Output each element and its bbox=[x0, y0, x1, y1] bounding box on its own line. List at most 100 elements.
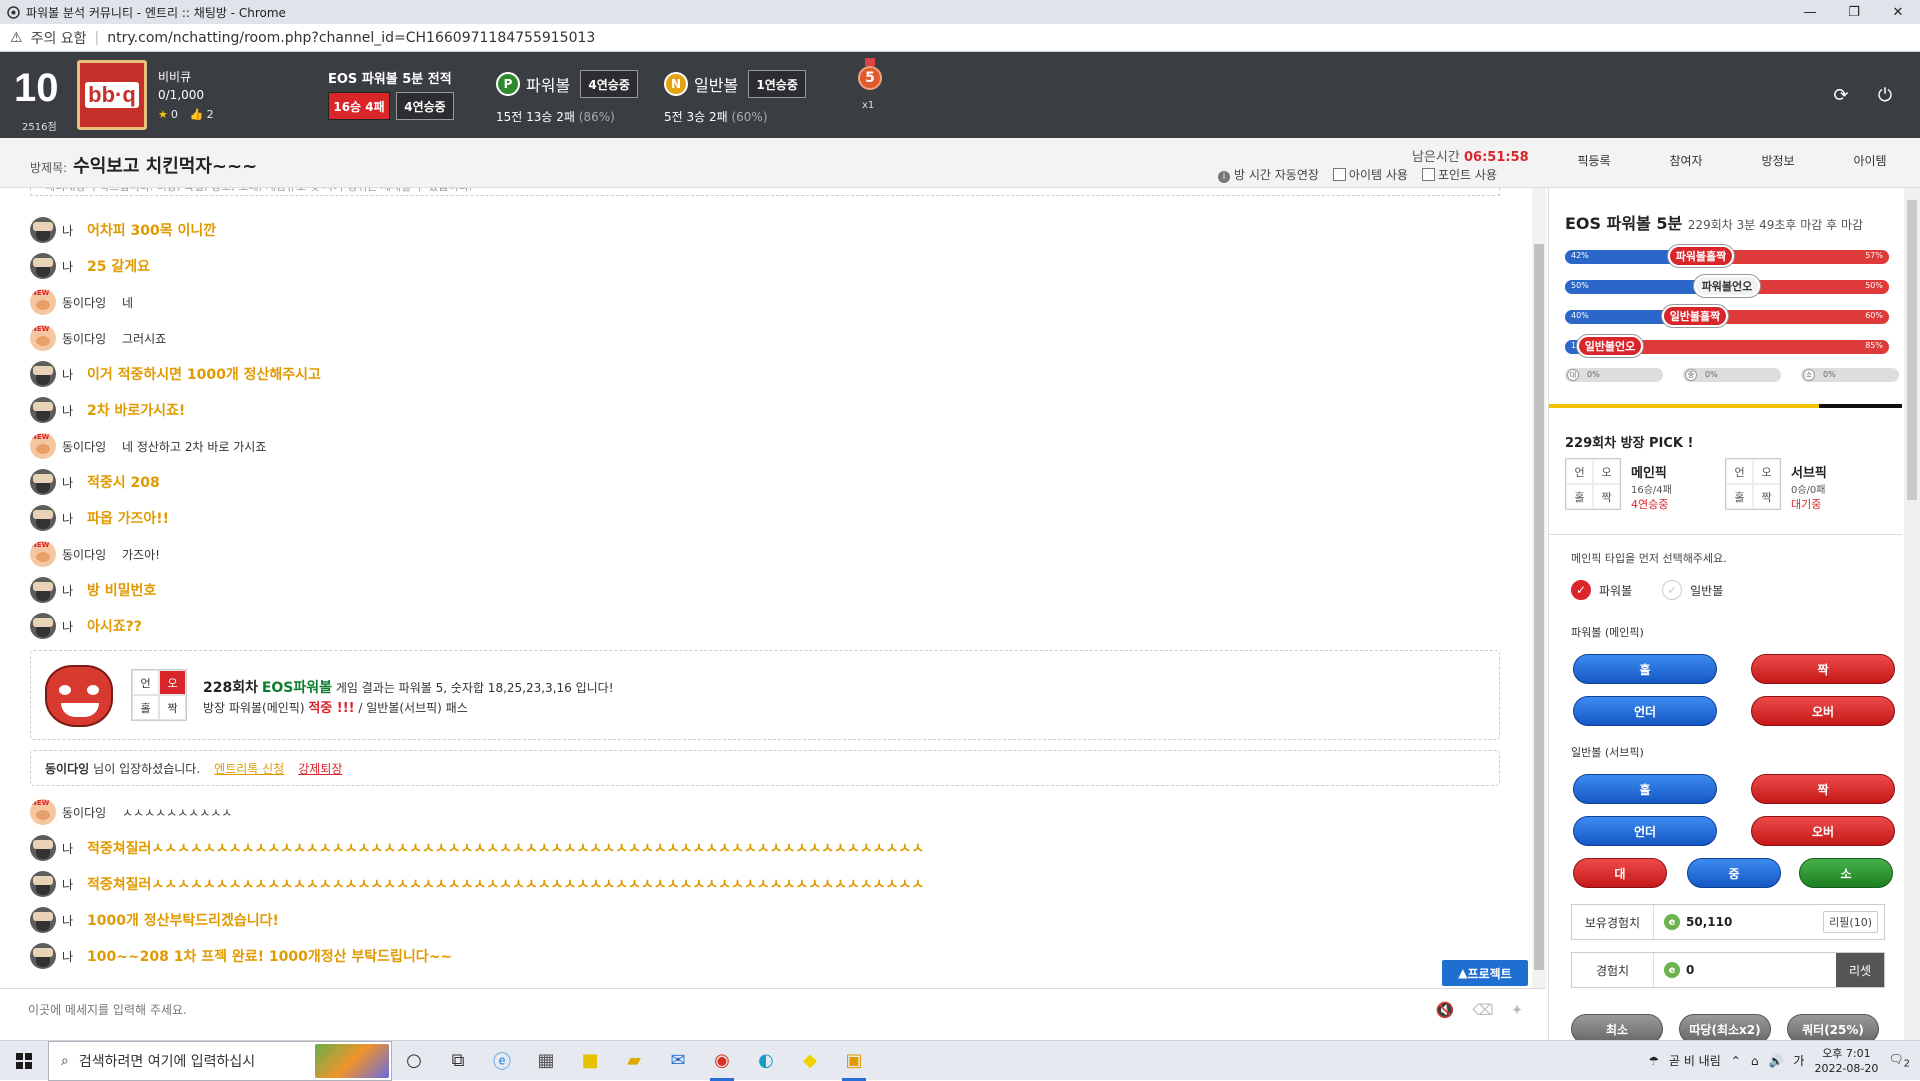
tab-pick-register[interactable]: 픽등록 bbox=[1548, 152, 1640, 169]
chat-message: 나 적중쳐질러ㅅㅅㅅㅅㅅㅅㅅㅅㅅㅅㅅㅅㅅㅅㅅㅅㅅㅅㅅㅅㅅㅅㅅㅅㅅㅅㅅㅅㅅㅅㅅㅅㅅㅅ… bbox=[30, 870, 924, 898]
main-pick-info: 메인픽 16승/4패 4연승중 bbox=[1631, 466, 1672, 511]
result-line-2: 방장 파워볼(메인픽) 적중 !!! / 일반볼(서브픽) 패스 bbox=[203, 701, 468, 716]
star-icon: ★ bbox=[158, 108, 168, 121]
ime-icon[interactable]: 가 bbox=[1793, 1052, 1804, 1069]
quarter-bet-button[interactable]: 쿼터(25%) bbox=[1787, 1014, 1879, 1040]
mid-button[interactable]: 중 bbox=[1687, 858, 1781, 888]
avatar bbox=[30, 361, 56, 387]
remaining-time: 남은시간 06:51:58 bbox=[1412, 150, 1529, 165]
power-odd-button[interactable]: 홀 bbox=[1573, 654, 1717, 684]
tab-room-info[interactable]: 방정보 bbox=[1732, 152, 1824, 169]
double-bet-button[interactable]: 따당(최소x2) bbox=[1679, 1014, 1771, 1040]
app-icon[interactable]: ▣ bbox=[832, 1041, 876, 1081]
chat-message: 나 적중쳐질러ㅅㅅㅅㅅㅅㅅㅅㅅㅅㅅㅅㅅㅅㅅㅅㅅㅅㅅㅅㅅㅅㅅㅅㅅㅅㅅㅅㅅㅅㅅㅅㅅㅅㅅ… bbox=[30, 834, 924, 862]
chat-scrollbar-thumb[interactable] bbox=[1534, 244, 1544, 970]
minimize-icon[interactable]: — bbox=[1788, 5, 1832, 20]
internet-explorer-icon[interactable]: ⓔ bbox=[480, 1041, 524, 1081]
tray-chevron-icon[interactable]: ⌃ bbox=[1731, 1054, 1741, 1068]
exp-bet-value[interactable]: 0 bbox=[1686, 963, 1694, 977]
chrome-icon[interactable]: ◉ bbox=[700, 1041, 744, 1081]
chat-notice-cut: 매너채팅 부탁드립니다. 비방, 욕설, 광고, 도배, 게임유도 및 사기 행… bbox=[30, 188, 1500, 196]
chat-message: 동이다잉ㅅㅅㅅㅅㅅㅅㅅㅅㅅㅅ bbox=[30, 798, 232, 826]
eraser-icon[interactable]: ⌫ bbox=[1472, 999, 1494, 1021]
security-warning-text[interactable]: 주의 요함 bbox=[31, 28, 87, 48]
pick-title: 229회차 방장 PICK ! bbox=[1565, 436, 1694, 451]
power-even-button[interactable]: 짝 bbox=[1751, 654, 1895, 684]
auto-extend-option[interactable]: i방 시간 자동연장 bbox=[1218, 166, 1319, 183]
chat-scrollbar[interactable] bbox=[1532, 188, 1546, 988]
kakaotalk-icon[interactable]: ◆ bbox=[788, 1041, 832, 1081]
sub-pick-info: 서브픽 0승/0패 대기중 bbox=[1791, 466, 1827, 511]
power-icon[interactable]: ⏻ bbox=[1872, 82, 1898, 108]
sticky-notes-icon[interactable]: ■ bbox=[568, 1041, 612, 1081]
volume-icon[interactable]: 🔊 bbox=[1768, 1054, 1783, 1068]
cortana-icon[interactable]: ○ bbox=[392, 1041, 436, 1081]
power-under-button[interactable]: 언더 bbox=[1573, 696, 1717, 726]
reset-button[interactable]: 리셋 bbox=[1836, 953, 1884, 987]
taskbar-search[interactable]: ⌕ 검색하려면 여기에 입력하십시 bbox=[48, 1040, 392, 1081]
result-grid: 언 오 홀 짝 bbox=[131, 669, 187, 721]
powerball-icon: P bbox=[496, 72, 520, 96]
windows-start-icon[interactable] bbox=[0, 1041, 48, 1081]
small-button[interactable]: 소 bbox=[1799, 858, 1893, 888]
item-use-checkbox[interactable]: 아이템 사용 bbox=[1332, 166, 1408, 183]
network-icon[interactable]: ⌂ bbox=[1751, 1054, 1759, 1068]
mute-icon[interactable]: 🔇 bbox=[1434, 999, 1456, 1021]
panel-scrollbar[interactable] bbox=[1904, 188, 1920, 1040]
kick-link[interactable]: 강제퇴장 bbox=[298, 760, 342, 777]
tab-items[interactable]: 아이템 bbox=[1824, 152, 1916, 169]
url-text[interactable]: ntry.com/nchatting/room.php?channel_id=C… bbox=[107, 30, 595, 46]
mail-icon[interactable]: ✉ bbox=[656, 1041, 700, 1081]
normal-under-button[interactable]: 언더 bbox=[1573, 816, 1717, 846]
edge-icon[interactable]: ◐ bbox=[744, 1041, 788, 1081]
record-badge: 16승 4패 bbox=[328, 92, 390, 120]
entry-talk-link[interactable]: 엔트리톡 신청 bbox=[214, 760, 284, 777]
radio-normalball[interactable]: ✓ 일반볼 bbox=[1662, 580, 1723, 600]
project-button[interactable]: ▲ 프로젝트 bbox=[1442, 960, 1528, 986]
avatar bbox=[30, 613, 56, 639]
right-tabs: 픽등록 참여자 방정보 아이템 bbox=[1548, 152, 1916, 169]
medal-icon: 5 bbox=[856, 58, 884, 98]
chat-message: 나 이거 적중하시면 1000개 정산해주시고 bbox=[30, 360, 321, 388]
weather-icon[interactable]: ☂ bbox=[1648, 1054, 1659, 1068]
magic-wand-icon[interactable]: ✦ bbox=[1506, 999, 1528, 1021]
power-over-button[interactable]: 오버 bbox=[1751, 696, 1895, 726]
timer-progress bbox=[1549, 404, 1819, 408]
windows-taskbar: ⌕ 검색하려면 여기에 입력하십시 ○ ⧉ ⓔ ▦ ■ ▰ ✉ ◉ ◐ ◆ ▣ … bbox=[0, 1040, 1920, 1081]
normal-over-button[interactable]: 오버 bbox=[1751, 816, 1895, 846]
avatar bbox=[30, 397, 56, 423]
chat-input[interactable] bbox=[28, 999, 1408, 1021]
restore-icon[interactable]: ❐ bbox=[1832, 5, 1876, 20]
weather-text[interactable]: 곧 비 내림 bbox=[1669, 1052, 1721, 1069]
big-button[interactable]: 대 bbox=[1573, 858, 1667, 888]
normal-odd-button[interactable]: 홀 bbox=[1573, 774, 1717, 804]
refresh-icon[interactable]: ⟳ bbox=[1828, 82, 1854, 108]
chat-message: 나 25 갈게요 bbox=[30, 252, 150, 280]
normal-even-button[interactable]: 짝 bbox=[1751, 774, 1895, 804]
tab-participants[interactable]: 참여자 bbox=[1640, 152, 1732, 169]
result-line-1: 228회차 EOS파워볼 게임 결과는 파워볼 5, 숫자합 18,25,23,… bbox=[203, 680, 614, 696]
close-icon[interactable]: ✕ bbox=[1876, 5, 1920, 20]
address-bar[interactable]: ⚠ 주의 요함 | ntry.com/nchatting/room.php?ch… bbox=[0, 24, 1920, 52]
notification-icon[interactable]: 🗨2 bbox=[1888, 1052, 1910, 1069]
refill-button[interactable]: 리필(10) bbox=[1823, 911, 1878, 933]
normalball-label: 일반볼 bbox=[694, 76, 739, 95]
panel-scrollbar-thumb[interactable] bbox=[1907, 200, 1917, 500]
avatar bbox=[30, 799, 56, 825]
min-bet-button[interactable]: 최소 bbox=[1571, 1014, 1663, 1040]
point-use-checkbox[interactable]: 포인트 사용 bbox=[1421, 166, 1497, 183]
avatar bbox=[30, 541, 56, 567]
calculator-icon[interactable]: ▦ bbox=[524, 1041, 568, 1081]
task-view-icon[interactable]: ⧉ bbox=[436, 1041, 480, 1081]
avatar bbox=[30, 289, 56, 315]
chat-input-row: 🔇 ⌫ ✦ bbox=[0, 988, 1546, 1030]
warning-icon[interactable]: ⚠ bbox=[10, 30, 23, 46]
file-explorer-icon[interactable]: ▰ bbox=[612, 1041, 656, 1081]
join-notice: 동이다잉 님이 입장하셨습니다. 엔트리톡 신청 강제퇴장 bbox=[30, 750, 1500, 786]
probability-right-pct: 60% bbox=[1865, 311, 1883, 320]
radio-powerball[interactable]: ✓ 파워볼 bbox=[1571, 580, 1632, 600]
remaining-time-value: 06:51:58 bbox=[1463, 150, 1529, 165]
probability-bar-right-fill bbox=[1614, 340, 1889, 354]
exp-coin-icon: e bbox=[1664, 962, 1680, 978]
clock[interactable]: 오후 7:01 2022-08-20 bbox=[1814, 1046, 1878, 1076]
